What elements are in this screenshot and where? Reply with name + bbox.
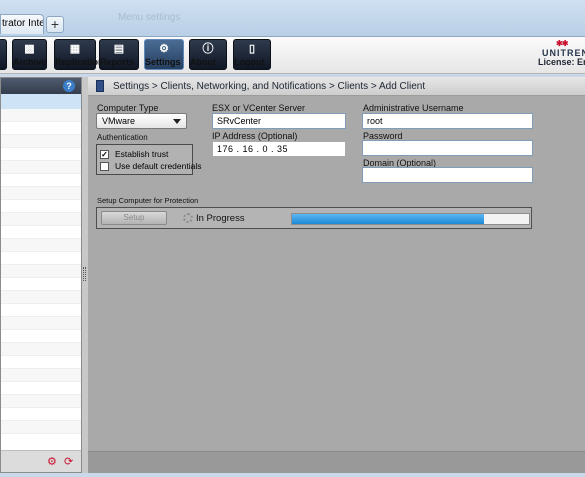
list-item[interactable] [1, 395, 81, 408]
list-item[interactable] [1, 200, 81, 213]
list-item[interactable] [1, 330, 81, 343]
client-list [1, 109, 81, 434]
breadcrumb-text: Settings > Clients, Networking, and Noti… [113, 81, 426, 92]
use-default-checkbox[interactable] [100, 162, 109, 172]
toolbar-button-partial[interactable] [0, 39, 7, 70]
establish-trust-checkbox[interactable]: ✓ [100, 150, 109, 160]
archive-button[interactable]: ▩ Archive [12, 39, 47, 70]
new-tab-button[interactable]: + [46, 16, 64, 33]
settings-label: Settings [145, 57, 181, 67]
authentication-label: Authentication [97, 133, 148, 142]
app-toolbar: ▩ Archive ▦ Replication ▤ Reports ⚙ Settings… [0, 37, 585, 74]
list-item-selected[interactable] [1, 94, 81, 109]
admin-username-label: Administrative Username [363, 103, 464, 113]
list-item[interactable] [1, 317, 81, 330]
logo-mark-icon: ✱✱ [556, 39, 568, 48]
main-panel: Settings > Clients, Networking, and Noti… [88, 77, 585, 473]
about-label: About [190, 57, 216, 67]
client-list-panel: ? ⚙ ⟳ [0, 77, 82, 473]
server-input[interactable]: SRvCenter [212, 113, 346, 129]
setup-group: Setup In Progress [96, 207, 532, 229]
list-item[interactable] [1, 369, 81, 382]
replication-icon: ▦ [69, 43, 81, 55]
establish-trust-row[interactable]: ✓ Establish trust [100, 149, 168, 161]
list-item[interactable] [1, 408, 81, 421]
establish-trust-label: Establish trust [115, 149, 169, 159]
setup-section-label: Setup Computer for Protection [97, 196, 199, 205]
reports-button[interactable]: ▤ Reports [99, 39, 139, 70]
server-icon [96, 80, 104, 92]
reports-icon: ▤ [113, 43, 125, 55]
list-item[interactable] [1, 304, 81, 317]
browser-tab[interactable]: trator Inter... [0, 14, 44, 34]
list-item[interactable] [1, 356, 81, 369]
settings-button[interactable]: ⚙ Settings [144, 39, 184, 70]
server-label: ESX or VCenter Server [212, 103, 306, 113]
client-list-footer: ⚙ ⟳ [1, 450, 81, 472]
admin-username-input[interactable]: root [362, 113, 533, 129]
logout-label: Logout [234, 57, 265, 67]
info-icon: ⓘ [202, 43, 214, 55]
browser-chrome: trator Inter... + Menu settings [0, 0, 585, 37]
progress-fill [292, 214, 484, 224]
spinner-icon [183, 213, 193, 223]
pause-icon [0, 42, 6, 57]
list-item[interactable] [1, 213, 81, 226]
setup-status: In Progress [196, 213, 245, 224]
list-item[interactable] [1, 226, 81, 239]
authentication-group: ✓ Establish trust Use default credentials [96, 144, 201, 175]
replication-button[interactable]: ▦ Replication [54, 39, 104, 70]
refresh-icon[interactable]: ⟳ [64, 455, 73, 468]
reports-label: Reports [100, 57, 135, 67]
archive-icon: ▩ [24, 43, 35, 55]
use-default-row[interactable]: Use default credentials [100, 161, 201, 173]
use-default-label: Use default credentials [115, 161, 202, 171]
ip-address-input[interactable]: 176 . 16 . 0 . 35 [212, 141, 346, 157]
domain-input[interactable] [362, 167, 533, 183]
list-item[interactable] [1, 174, 81, 187]
replication-label: Replication [55, 57, 104, 67]
client-list-header: ? [1, 78, 81, 94]
list-item[interactable] [1, 278, 81, 291]
list-item[interactable] [1, 239, 81, 252]
list-item[interactable] [1, 148, 81, 161]
logout-button[interactable]: ▯ Logout [233, 39, 271, 70]
computer-type-select[interactable]: VMware [96, 113, 187, 129]
splitter-grip[interactable] [83, 267, 86, 281]
list-item[interactable] [1, 161, 81, 174]
list-item[interactable] [1, 109, 81, 122]
list-item[interactable] [1, 291, 81, 304]
help-icon[interactable]: ? [63, 80, 75, 92]
logout-icon: ▯ [248, 43, 256, 55]
list-item[interactable] [1, 252, 81, 265]
setup-button[interactable]: Setup [101, 211, 167, 225]
gear-icon: ⚙ [159, 43, 169, 55]
list-item[interactable] [1, 421, 81, 434]
about-button[interactable]: ⓘ About [189, 39, 227, 70]
computer-type-value: VMware [102, 116, 136, 126]
computer-type-label: Computer Type [97, 103, 159, 113]
license-text: License: Ent [538, 57, 585, 67]
setup-progress-bar [291, 213, 530, 225]
main-footer [88, 451, 585, 473]
list-item[interactable] [1, 265, 81, 278]
list-item[interactable] [1, 343, 81, 356]
brand-logo: ✱✱ UNITREN [542, 39, 585, 58]
list-item[interactable] [1, 187, 81, 200]
browser-tab-title: trator Inter... [2, 18, 44, 29]
list-item[interactable] [1, 122, 81, 135]
breadcrumb: Settings > Clients, Networking, and Noti… [88, 77, 585, 96]
list-item[interactable] [1, 382, 81, 395]
chevron-down-icon [173, 119, 181, 124]
list-item[interactable] [1, 135, 81, 148]
gear-icon[interactable]: ⚙ [47, 455, 57, 468]
ip-label: IP Address (Optional) [212, 131, 298, 141]
password-input[interactable] [362, 140, 533, 156]
archive-label: Archive [13, 57, 47, 67]
ghost-window-title: Menu settings [118, 12, 181, 23]
